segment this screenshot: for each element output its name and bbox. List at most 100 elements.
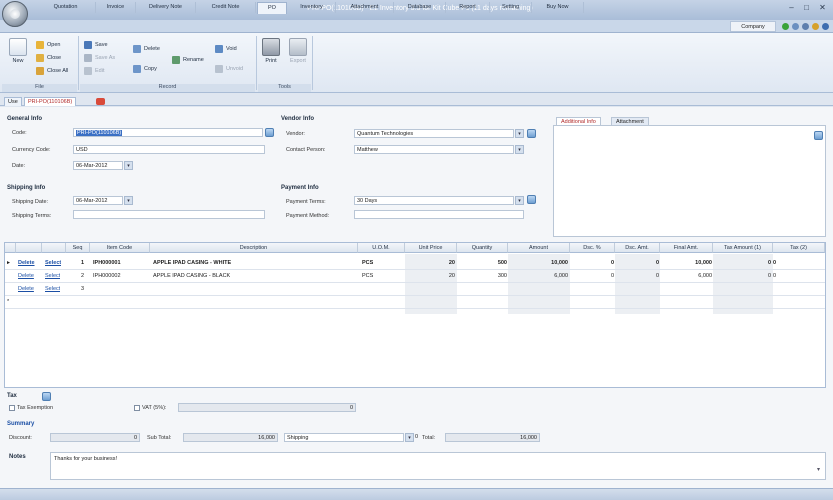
cell-discount-pct[interactable]: 0 [570,270,614,282]
table-new-row[interactable]: * [5,296,825,309]
discount-field[interactable]: 0 [50,433,140,442]
company-button[interactable]: Company [730,21,776,32]
grid-header-discount-amt[interactable]: Dsc. Amt. [615,243,660,253]
help-icon[interactable] [812,23,819,30]
table-row[interactable]: Delete Select 3 [5,283,825,296]
cell-item-code[interactable]: IPH000001 [93,257,121,269]
online-icon[interactable] [782,23,789,30]
arrow-left-icon[interactable] [802,23,809,30]
export-button[interactable]: Export [287,38,309,64]
shipping-terms-field[interactable] [73,210,265,219]
currency-field[interactable]: USD [73,145,265,154]
vat-field[interactable]: 0 [178,403,356,412]
cell-seq[interactable]: 1 [81,257,84,269]
save-as-button[interactable]: Save As [84,53,115,63]
date-field[interactable]: 06-Mar-2012 [73,161,123,170]
cell-uom[interactable]: PCS [362,257,373,269]
open-button[interactable]: Open [36,40,60,50]
grid-header-uom[interactable]: U.O.M. [358,243,405,253]
cell-amount[interactable]: 6,000 [508,270,568,282]
row-delete-link[interactable]: Delete [18,283,34,295]
void-button[interactable]: Void [215,44,237,54]
cell-description[interactable]: APPLE IPAD CASING - BLACK [153,270,230,282]
rename-button[interactable]: Rename [172,55,204,65]
cell-amount[interactable]: 10,000 [508,257,568,269]
cell-tax-2[interactable]: 0 [773,270,781,282]
cell-unit-price[interactable]: 20 [405,257,455,269]
payment-terms-field[interactable]: 30 Days [354,196,514,205]
cell-discount-amt[interactable]: 0 [615,257,659,269]
contact-field[interactable]: Matthew [354,145,514,154]
row-select-link[interactable]: Select [45,257,61,269]
cell-tax-1[interactable]: 0 [713,257,771,269]
info-icon[interactable] [792,23,799,30]
grid-header-amount[interactable]: Amount [508,243,570,253]
cell-final-amt[interactable]: 10,000 [660,257,712,269]
grid-header-tax-2[interactable]: Tax (2) [773,243,825,253]
cell-discount-pct[interactable]: 0 [570,257,614,269]
tab-quotation[interactable]: Quotation [36,2,96,13]
shipping-cost-dropdown-icon[interactable]: ▾ [405,433,414,442]
doc-tab-current[interactable]: PRI-PO(110106B) [24,97,77,106]
date-dropdown-icon[interactable]: ▾ [124,161,133,170]
notes-scroll-icon[interactable]: ▾ [817,466,823,474]
panel-edit-icon[interactable] [814,131,823,140]
grid-header-discount-pct[interactable]: Dsc. % [570,243,615,253]
close-icon[interactable]: ✕ [817,3,828,13]
notes-field[interactable]: Thanks for your business! [50,452,826,480]
code-picker-icon[interactable] [265,128,274,137]
grid-header-seq[interactable]: Seq [66,243,90,253]
vendor-field[interactable]: Quantum Technologies [354,129,514,138]
grid-header-final-amt[interactable]: Final Amt. [660,243,713,253]
table-row[interactable]: Delete Select 2 IPH000002 APPLE IPAD CAS… [5,270,825,283]
save-button[interactable]: Save [84,40,108,50]
tab-delivery-note[interactable]: Delivery Note [136,2,196,13]
copy-button[interactable]: Copy [133,64,157,74]
cell-description[interactable]: APPLE IPAD CASING - WHITE [153,257,231,269]
cell-unit-price[interactable]: 20 [405,270,455,282]
tab-setting[interactable]: Setting [490,2,532,13]
contact-dropdown-icon[interactable]: ▾ [515,145,524,154]
cell-seq[interactable]: 2 [81,270,84,282]
doc-tab-list[interactable]: Use [4,97,22,106]
unvoid-button[interactable]: Unvoid [215,64,243,74]
edit-button[interactable]: Edit [84,66,104,76]
row-select-link[interactable]: Select [45,270,60,282]
vendor-picker-icon[interactable] [527,129,536,138]
cell-final-amt[interactable]: 6,000 [660,270,712,282]
cell-item-code[interactable]: IPH000002 [93,270,121,282]
shipping-date-field[interactable]: 06-Mar-2012 [73,196,123,205]
maximize-icon[interactable]: □ [801,3,812,13]
tab-po[interactable]: PO [257,2,287,14]
row-select-link[interactable]: Select [45,283,60,295]
close-button[interactable]: Close [36,53,61,63]
tab-database[interactable]: Database [394,2,446,13]
row-delete-link[interactable]: Delete [18,257,35,269]
row-delete-link[interactable]: Delete [18,270,34,282]
tab-inventory[interactable]: Inventory [288,2,336,13]
application-menu-button[interactable] [2,1,28,27]
payment-terms-picker-icon[interactable] [527,195,536,204]
grid-header-description[interactable]: Description [150,243,358,253]
cell-tax-2[interactable]: 0 [773,257,781,269]
cell-discount-amt[interactable]: 0 [615,270,659,282]
tab-report[interactable]: Report [446,2,490,13]
tax-exemption-checkbox[interactable] [9,405,15,411]
close-tab-icon[interactable] [96,98,105,105]
table-row[interactable]: ▸ Delete Select 1 IPH000001 APPLE IPAD C… [5,257,825,270]
new-button[interactable]: New [6,38,30,64]
grid-header-item-code[interactable]: Item Code [90,243,150,253]
arrow-right-icon[interactable] [822,23,829,30]
cell-seq[interactable]: 3 [81,283,84,295]
tax-settings-icon[interactable] [42,392,51,401]
vendor-dropdown-icon[interactable]: ▾ [515,129,524,138]
payment-method-field[interactable] [354,210,524,219]
minimize-icon[interactable]: – [786,3,797,13]
grid-header-tax-amount-1[interactable]: Tax Amount (1) [713,243,773,253]
tab-credit-note[interactable]: Credit Note [196,2,256,13]
payment-terms-dropdown-icon[interactable]: ▾ [515,196,524,205]
cell-uom[interactable]: PCS [362,270,373,282]
print-button[interactable]: Print [261,38,281,64]
tab-attachment[interactable]: Attachment [336,2,394,13]
vat-checkbox[interactable] [134,405,140,411]
